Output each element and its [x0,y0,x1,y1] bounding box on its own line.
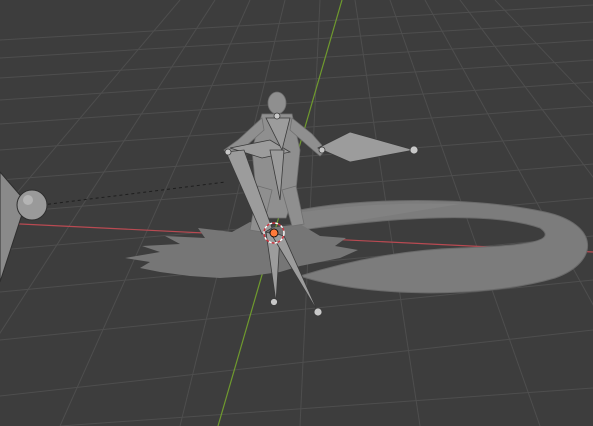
joint-foot-left[interactable] [270,298,278,306]
joint-foot-right[interactable] [313,307,323,317]
joint-neck[interactable] [273,112,281,120]
joint-shoulder-left[interactable] [224,148,232,156]
joint-hand-right[interactable] [409,145,419,155]
joint-shoulder-right[interactable] [318,146,326,154]
viewport-canvas[interactable] [0,0,593,426]
3d-viewport[interactable] [0,0,593,426]
